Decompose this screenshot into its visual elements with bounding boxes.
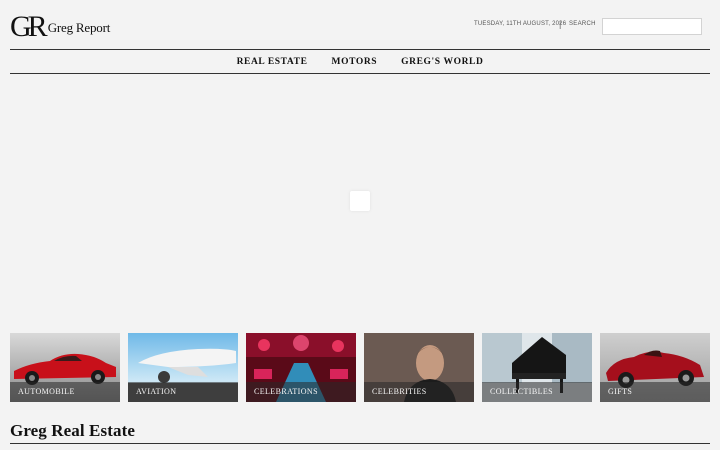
category-tile-collectibles[interactable]: COLLECTIBLES [482,333,592,402]
category-label: CELEBRATIONS [254,387,318,396]
logo-mark: GR [10,10,48,43]
nav-gregs-world[interactable]: GREG'S WORLD [401,57,483,67]
category-label: AVIATION [136,387,177,396]
current-date: TUESDAY, 11TH AUGUST, 2026 [474,21,567,27]
category-tile-celebrations[interactable]: CELEBRATIONS [246,333,356,402]
category-label: CELEBRITIES [372,387,427,396]
header-separator: | [559,19,562,29]
category-tile-automobile[interactable]: AUTOMOBILE [10,333,120,402]
category-label: AUTOMOBILE [18,387,75,396]
loading-spinner-icon [350,191,370,211]
main-nav: REAL ESTATE MOTORS GREG'S WORLD [10,49,710,74]
site-header: GR Greg Report TUESDAY, 11TH AUGUST, 202… [0,0,720,50]
category-label: GIFTS [608,387,633,396]
section-title: Greg Real Estate [10,421,135,440]
search-label: SEARCH [569,21,596,27]
section-divider [10,443,710,444]
site-logo[interactable]: GR Greg Report [10,10,111,43]
category-strip: AUTOMOBILE AVIATION CELEBRATIONS CELEBRI… [10,333,710,402]
nav-real-estate[interactable]: REAL ESTATE [237,57,308,67]
category-tile-gifts[interactable]: GIFTS [600,333,710,402]
logo-text: Greg Report [47,20,111,35]
category-label: COLLECTIBLES [490,387,554,396]
nav-motors[interactable]: MOTORS [332,57,378,67]
category-tile-celebrities[interactable]: CELEBRITIES [364,333,474,402]
search-input[interactable] [602,18,702,35]
category-tile-aviation[interactable]: AVIATION [128,333,238,402]
